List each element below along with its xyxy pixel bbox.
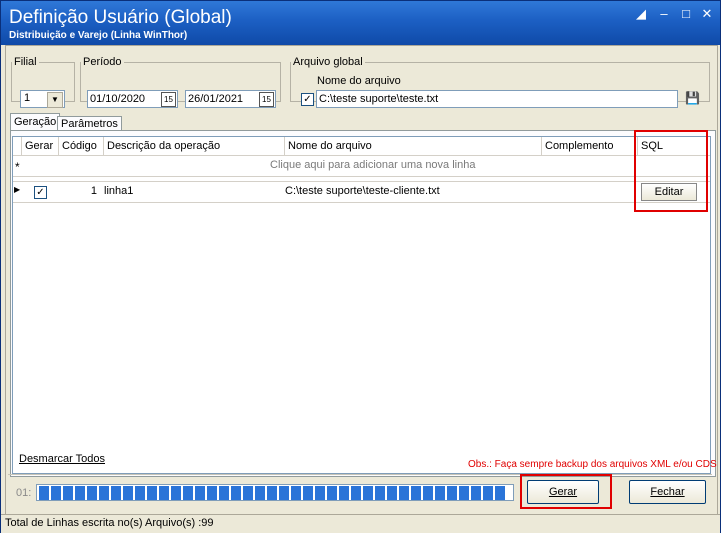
progress-block	[399, 486, 409, 500]
row-arquivo: C:\teste suporte\teste-cliente.txt	[285, 185, 440, 197]
minimize-icon[interactable]: –	[656, 7, 672, 21]
periodo-start-value: 01/10/2020	[90, 93, 146, 105]
progress-block	[39, 486, 49, 500]
status-text: Total de Linhas escrita no(s) Arquivo(s)…	[5, 517, 214, 529]
row-codigo: 1	[90, 185, 97, 197]
status-bar: Total de Linhas escrita no(s) Arquivo(s)…	[1, 514, 720, 533]
window-title: Definição Usuário (Global)	[9, 7, 232, 28]
progress-block	[279, 486, 289, 500]
progress-block	[291, 486, 301, 500]
new-row-hint[interactable]: Clique aqui para adicionar uma nova linh…	[270, 159, 475, 171]
sql-highlight	[634, 130, 708, 212]
periodo-start-input[interactable]: 01/10/2020 15	[87, 90, 178, 108]
calendar-icon[interactable]: 15	[161, 92, 176, 107]
row-pointer-icon: ▶	[14, 185, 21, 194]
progress-block	[483, 486, 493, 500]
progress-block	[351, 486, 361, 500]
new-row-marker: *	[15, 160, 20, 174]
progress-block	[387, 486, 397, 500]
periodo-legend: Período	[83, 56, 122, 68]
progress-block	[159, 486, 169, 500]
progress-block	[87, 486, 97, 500]
progress-bar	[36, 484, 514, 501]
bottom-bar: 01: Gerar Fechar	[8, 474, 712, 513]
help-icon[interactable]: ◢	[633, 7, 649, 21]
arquivo-global-group: Arquivo global Nome do arquivo ✓ C:\test…	[290, 56, 710, 108]
tab-parametros[interactable]: Parâmetros	[57, 116, 122, 131]
obs-note: Obs.: Faça sempre backup dos arquivos XM…	[468, 459, 717, 470]
gerar-highlight	[520, 474, 612, 509]
arquivo-field-label: Nome do arquivo	[317, 75, 401, 87]
progress-fill	[39, 486, 513, 500]
progress-block	[183, 486, 193, 500]
filial-value: 1	[24, 92, 31, 104]
progress-block	[327, 486, 337, 500]
progress-block	[231, 486, 241, 500]
new-row[interactable]: * Clique aqui para adicionar uma nova li…	[13, 156, 710, 177]
progress-block	[135, 486, 145, 500]
filial-legend: Filial	[14, 56, 37, 68]
fechar-button[interactable]: Fechar	[629, 480, 706, 504]
progress-block	[495, 486, 505, 500]
progress-block	[435, 486, 445, 500]
periodo-end-value: 26/01/2021	[188, 93, 244, 105]
desmarcar-todos-link[interactable]: Desmarcar Todos	[19, 453, 105, 465]
column-header-complemento[interactable]: Complemento	[542, 137, 638, 155]
progress-block	[471, 486, 481, 500]
progress-block	[447, 486, 457, 500]
content-panel: Filial 1 ▼ Período 01/10/2020 15 26/01/2…	[5, 45, 718, 517]
filial-select[interactable]: 1 ▼	[20, 90, 65, 108]
column-header-descricao[interactable]: Descrição da operação	[104, 137, 285, 155]
arquivo-global-checkbox[interactable]: ✓	[301, 93, 314, 106]
progress-block	[147, 486, 157, 500]
fechar-button-label: Fechar	[650, 486, 685, 498]
filial-group: Filial 1 ▼	[11, 56, 75, 108]
close-icon[interactable]: ✕	[699, 7, 715, 21]
arquivo-global-value: C:\teste suporte\teste.txt	[319, 93, 439, 105]
progress-block	[195, 486, 205, 500]
progress-block	[315, 486, 325, 500]
progress-block	[339, 486, 349, 500]
progress-block	[111, 486, 121, 500]
maximize-icon[interactable]: □	[678, 7, 694, 21]
window-subtitle: Distribuição e Varejo (Linha WinThor)	[9, 30, 188, 41]
progress-block	[75, 486, 85, 500]
save-file-icon[interactable]: 💾	[685, 91, 700, 105]
table-row[interactable]: ▶ ✓ 1 linha1 C:\teste suporte\teste-clie…	[13, 181, 710, 203]
column-header-codigo[interactable]: Código	[59, 137, 104, 155]
progress-label: 01:	[16, 487, 32, 499]
progress-block	[243, 486, 253, 500]
calendar-icon[interactable]: 15	[259, 92, 274, 107]
progress-block	[123, 486, 133, 500]
progress-block	[99, 486, 109, 500]
arquivo-global-input[interactable]: C:\teste suporte\teste.txt	[316, 90, 678, 108]
column-header-gerar[interactable]: Gerar	[22, 137, 59, 155]
tab-geracao[interactable]: Geração	[10, 113, 61, 131]
progress-block	[267, 486, 277, 500]
row-indicator-header	[13, 137, 22, 155]
grid-header: Gerar Código Descrição da operação Nome …	[13, 137, 710, 156]
periodo-group: Período 01/10/2020 15 26/01/2021 15	[80, 56, 281, 108]
progress-block	[303, 486, 313, 500]
progress-block	[459, 486, 469, 500]
column-header-arquivo[interactable]: Nome do arquivo	[285, 137, 542, 155]
progress-block	[423, 486, 433, 500]
progress-block	[375, 486, 385, 500]
progress-block	[363, 486, 373, 500]
progress-block	[63, 486, 73, 500]
main-window: Definição Usuário (Global) Distribuição …	[0, 0, 721, 533]
progress-block	[51, 486, 61, 500]
row-descricao: linha1	[104, 185, 134, 197]
periodo-end-input[interactable]: 26/01/2021 15	[185, 90, 276, 108]
progress-block	[255, 486, 265, 500]
row-gerar-checkbox[interactable]: ✓	[34, 186, 47, 199]
operations-grid: Gerar Código Descrição da operação Nome …	[12, 136, 711, 474]
arquivo-global-legend: Arquivo global	[293, 56, 363, 68]
title-bar: Definição Usuário (Global) Distribuição …	[1, 1, 720, 45]
progress-block	[219, 486, 229, 500]
progress-block	[411, 486, 421, 500]
progress-block	[207, 486, 217, 500]
chevron-down-icon[interactable]: ▼	[47, 92, 63, 108]
progress-block	[171, 486, 181, 500]
